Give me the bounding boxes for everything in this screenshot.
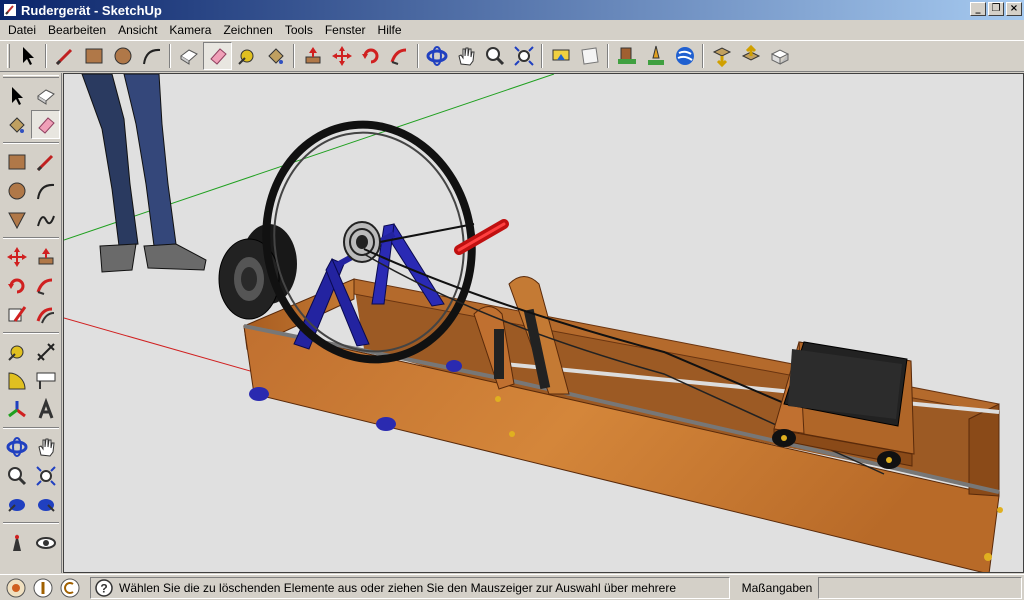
zoom-window-icon[interactable] — [31, 461, 60, 490]
place-model-icon[interactable] — [612, 42, 641, 70]
menu-zeichnen[interactable]: Zeichnen — [217, 23, 278, 37]
freehand-icon[interactable] — [31, 205, 60, 234]
window-title: Rudergerät - SketchUp — [21, 2, 162, 18]
push-pull-icon[interactable] — [31, 242, 60, 271]
rotate-icon[interactable] — [2, 271, 31, 300]
move-icon[interactable] — [327, 42, 356, 70]
status-bar: ? Wählen Sie die zu löschenden Elemente … — [0, 574, 1024, 600]
pencil-line-icon[interactable] — [31, 147, 60, 176]
measurements-input[interactable] — [818, 577, 1022, 599]
eraser-box-icon[interactable] — [174, 42, 203, 70]
follow-me-icon[interactable] — [31, 271, 60, 300]
toolbar-grip[interactable] — [7, 44, 10, 68]
look-around-icon[interactable] — [31, 528, 60, 557]
3d-text-icon[interactable] — [31, 395, 60, 424]
left-toolbar — [0, 73, 62, 573]
sketchup-logo-icon — [4, 4, 16, 16]
menu-hilfe[interactable]: Hilfe — [372, 23, 408, 37]
credits-icon[interactable] — [32, 577, 54, 599]
arc-icon[interactable] — [31, 176, 60, 205]
google-earth-icon[interactable] — [670, 42, 699, 70]
menu-tools[interactable]: Tools — [279, 23, 319, 37]
move-icon[interactable] — [2, 242, 31, 271]
next-view-icon[interactable] — [31, 490, 60, 519]
menu-ansicht[interactable]: Ansicht — [112, 23, 163, 37]
status-message-field: ? Wählen Sie die zu löschenden Elemente … — [90, 577, 730, 599]
orbit-icon[interactable] — [422, 42, 451, 70]
rectangle-icon[interactable] — [79, 42, 108, 70]
get-component-icon[interactable] — [736, 42, 765, 70]
zoom-icon[interactable] — [2, 461, 31, 490]
menu-datei[interactable]: Datei — [2, 23, 42, 37]
help-icon[interactable]: ? — [95, 579, 113, 597]
paint-bucket-icon[interactable] — [261, 42, 290, 70]
main-toolbar — [0, 40, 1024, 72]
upload-component-icon[interactable] — [707, 42, 736, 70]
axes-icon[interactable] — [2, 395, 31, 424]
tape-measure-icon[interactable] — [2, 337, 31, 366]
rotate-icon[interactable] — [356, 42, 385, 70]
orbit-icon[interactable] — [2, 432, 31, 461]
menu-kamera[interactable]: Kamera — [163, 23, 217, 37]
circle-icon[interactable] — [108, 42, 137, 70]
follow-me-icon[interactable] — [385, 42, 414, 70]
left-toolbar-grip[interactable] — [3, 75, 59, 78]
measurements-label: Maßangaben — [741, 581, 813, 595]
pencil-line-icon[interactable] — [50, 42, 79, 70]
modeling-viewport[interactable] — [63, 73, 1024, 573]
rowing-handle — [454, 219, 509, 255]
position-camera-icon[interactable] — [2, 528, 31, 557]
text-label-icon[interactable] — [31, 366, 60, 395]
component-icon[interactable] — [765, 42, 794, 70]
close-button[interactable]: × — [1006, 2, 1022, 16]
rectangle-icon[interactable] — [2, 147, 31, 176]
make-component-icon[interactable] — [31, 81, 60, 110]
menu-bearbeiten[interactable]: Bearbeiten — [42, 23, 112, 37]
add-location-icon[interactable] — [641, 42, 670, 70]
select-arrow-icon[interactable] — [13, 42, 42, 70]
select-arrow-icon[interactable] — [2, 81, 31, 110]
eraser-icon[interactable] — [31, 110, 60, 139]
push-pull-icon[interactable] — [298, 42, 327, 70]
pan-hand-icon[interactable] — [31, 432, 60, 461]
menu-bar: Datei Bearbeiten Ansicht Kamera Zeichnen… — [0, 20, 1024, 39]
previous-view-icon[interactable] — [2, 490, 31, 519]
offset-icon[interactable] — [31, 300, 60, 329]
svg-text:?: ? — [100, 582, 107, 596]
circle-icon[interactable] — [2, 176, 31, 205]
scene-drawing — [64, 74, 1003, 572]
status-message: Wählen Sie die zu löschenden Elemente au… — [119, 581, 676, 595]
polygon-icon[interactable] — [2, 205, 31, 234]
get-models-icon[interactable] — [546, 42, 575, 70]
sketchup-window: Rudergerät - SketchUp _ ❐ × Datei Bearbe… — [0, 0, 1024, 600]
human-figure — [81, 74, 207, 273]
menu-fenster[interactable]: Fenster — [319, 23, 372, 37]
protractor-icon[interactable] — [2, 366, 31, 395]
paint-bucket-icon[interactable] — [2, 110, 31, 139]
eraser-icon[interactable] — [203, 42, 232, 70]
zoom-extents-icon[interactable] — [509, 42, 538, 70]
restore-button[interactable]: ❐ — [988, 2, 1004, 16]
geo-location-icon[interactable] — [5, 577, 27, 599]
arc-icon[interactable] — [137, 42, 166, 70]
zoom-icon[interactable] — [480, 42, 509, 70]
tape-measure-icon[interactable] — [232, 42, 261, 70]
pan-hand-icon[interactable] — [451, 42, 480, 70]
title-bar: Rudergerät - SketchUp _ ❐ × — [0, 0, 1024, 20]
share-model-icon[interactable] — [575, 42, 604, 70]
user-icon[interactable] — [59, 577, 81, 599]
scale-icon[interactable] — [2, 300, 31, 329]
dimension-icon[interactable] — [31, 337, 60, 366]
minimize-button[interactable]: _ — [970, 2, 986, 16]
